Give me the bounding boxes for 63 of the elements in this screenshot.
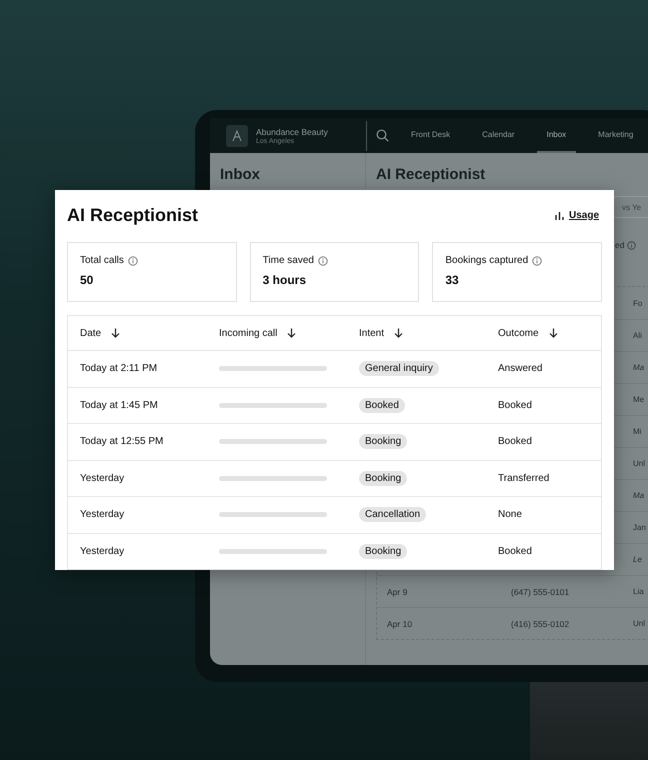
table-cell: Ma: [633, 363, 644, 372]
logo-icon: [226, 124, 248, 146]
stat-label: Bookings captured: [445, 255, 528, 266]
table-cell: Unl: [633, 459, 646, 468]
intent-tag: Booked: [359, 398, 405, 413]
info-icon: [128, 256, 138, 266]
column-header[interactable]: Date: [80, 328, 102, 338]
table-cell: Apr 9: [387, 586, 408, 596]
intent-tag: Booking: [359, 434, 408, 450]
business-name: Abundance Beauty: [256, 126, 329, 136]
stat-label: ed: [615, 240, 624, 250]
panel-title: AI Receptionist: [376, 166, 486, 183]
table-cell: Le: [633, 555, 642, 564]
table-cell: Transferred: [498, 472, 550, 484]
info-icon: [532, 256, 542, 266]
bar-chart-icon: [554, 210, 564, 220]
nav-tab[interactable]: Calendar: [472, 118, 525, 153]
column-header[interactable]: Intent: [359, 328, 384, 338]
table-cell: (647) 555-0101: [511, 586, 570, 596]
sort-arrow-icon[interactable]: [394, 328, 404, 338]
table-cell: Mi: [633, 427, 642, 436]
column-header[interactable]: Outcome: [498, 328, 539, 338]
column-header[interactable]: Incoming call: [219, 328, 278, 338]
usage-link[interactable]: Usage: [568, 210, 599, 220]
table-cell: (416) 555-0102: [511, 618, 570, 628]
table-cell: None: [498, 509, 522, 520]
intent-tag: Booking: [359, 470, 408, 486]
table-cell: Today at 12:55 PM: [80, 436, 164, 448]
table-cell: Answered: [498, 363, 542, 374]
column-header: Fo: [633, 298, 642, 308]
sidebar-title: Inbox: [220, 166, 261, 183]
table-cell: Ma: [633, 491, 644, 500]
table-cell: Lia: [633, 587, 644, 596]
stat-value: 50: [80, 273, 94, 287]
table-cell: Booked: [498, 400, 532, 411]
table-cell: Apr 10: [387, 618, 412, 628]
table-cell: Yesterday: [80, 546, 124, 557]
table-cell: Today at 1:45 PM: [80, 400, 158, 411]
table-cell: Jan: [633, 523, 646, 532]
search-icon[interactable]: [376, 129, 389, 142]
table-cell: Unl: [633, 619, 646, 628]
sort-arrow-icon[interactable]: [287, 328, 296, 338]
nav-tab[interactable]: Marketing: [588, 118, 644, 153]
table-cell: Booked: [498, 436, 532, 448]
stat-value: 33: [445, 273, 460, 287]
table-cell: Booked: [498, 546, 532, 557]
table-cell: Me: [633, 395, 644, 404]
nav-tab[interactable]: Front Desk: [401, 118, 460, 153]
info-icon: [318, 256, 328, 266]
info-icon: [627, 240, 636, 250]
intent-tag: Cancellation: [359, 507, 426, 522]
table-cell: Yesterday: [80, 509, 124, 520]
intent-tag: General inquiry: [359, 361, 439, 376]
intent-tag: Booking: [359, 544, 408, 559]
table-cell: Yesterday: [80, 472, 124, 484]
sort-arrow-icon[interactable]: [111, 328, 120, 338]
sort-arrow-icon[interactable]: [548, 328, 558, 338]
card-title: AI Receptionist: [67, 204, 198, 226]
stat-label: Total calls: [80, 255, 124, 266]
table-cell: Ali: [633, 331, 642, 340]
table-cell: Today at 2:11 PM: [80, 363, 158, 374]
stat-label: Time saved: [262, 255, 314, 266]
stat-value: 3 hours: [262, 273, 308, 287]
